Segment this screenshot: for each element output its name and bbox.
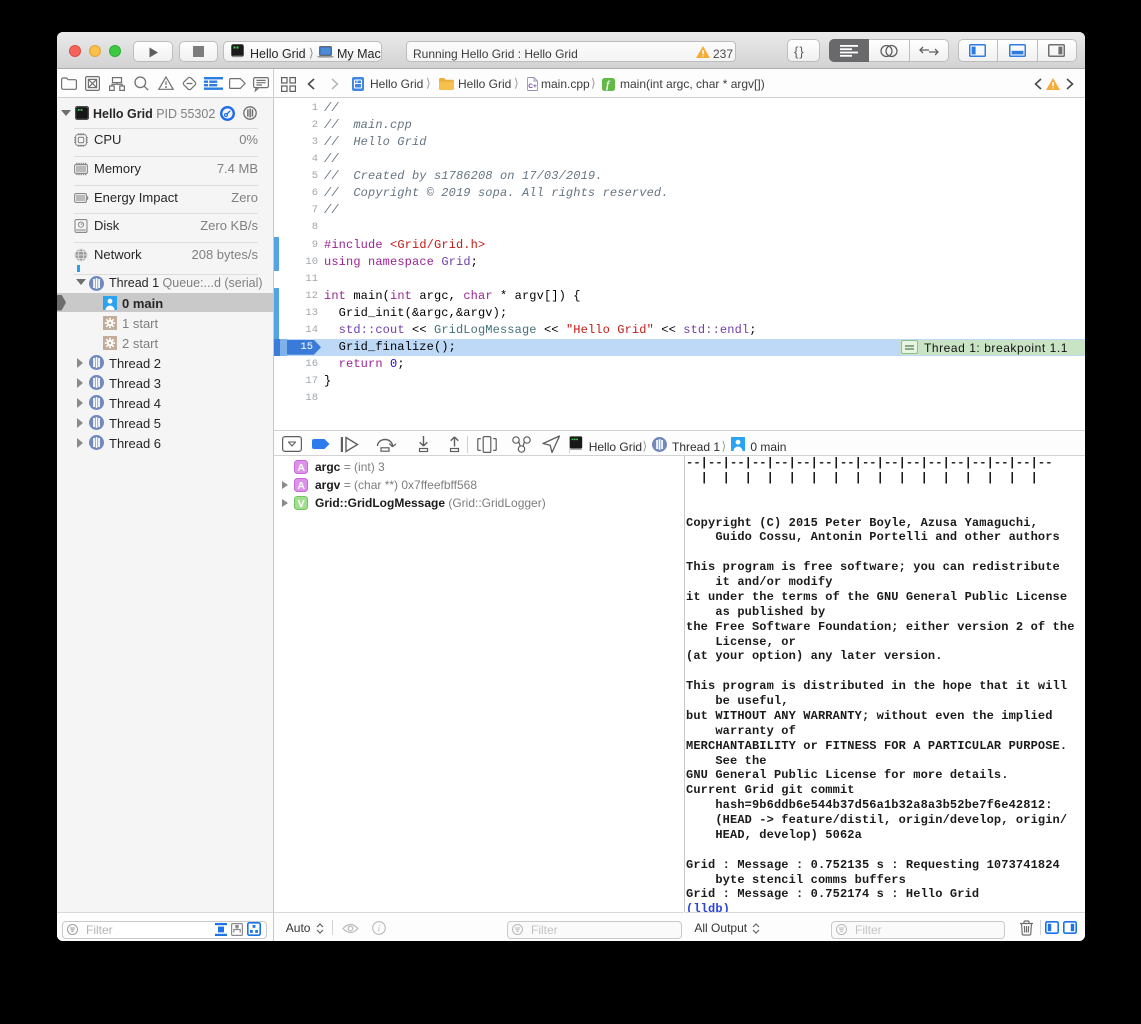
svg-text:i: i [378, 923, 381, 933]
svg-text:C+: C+ [528, 83, 537, 90]
